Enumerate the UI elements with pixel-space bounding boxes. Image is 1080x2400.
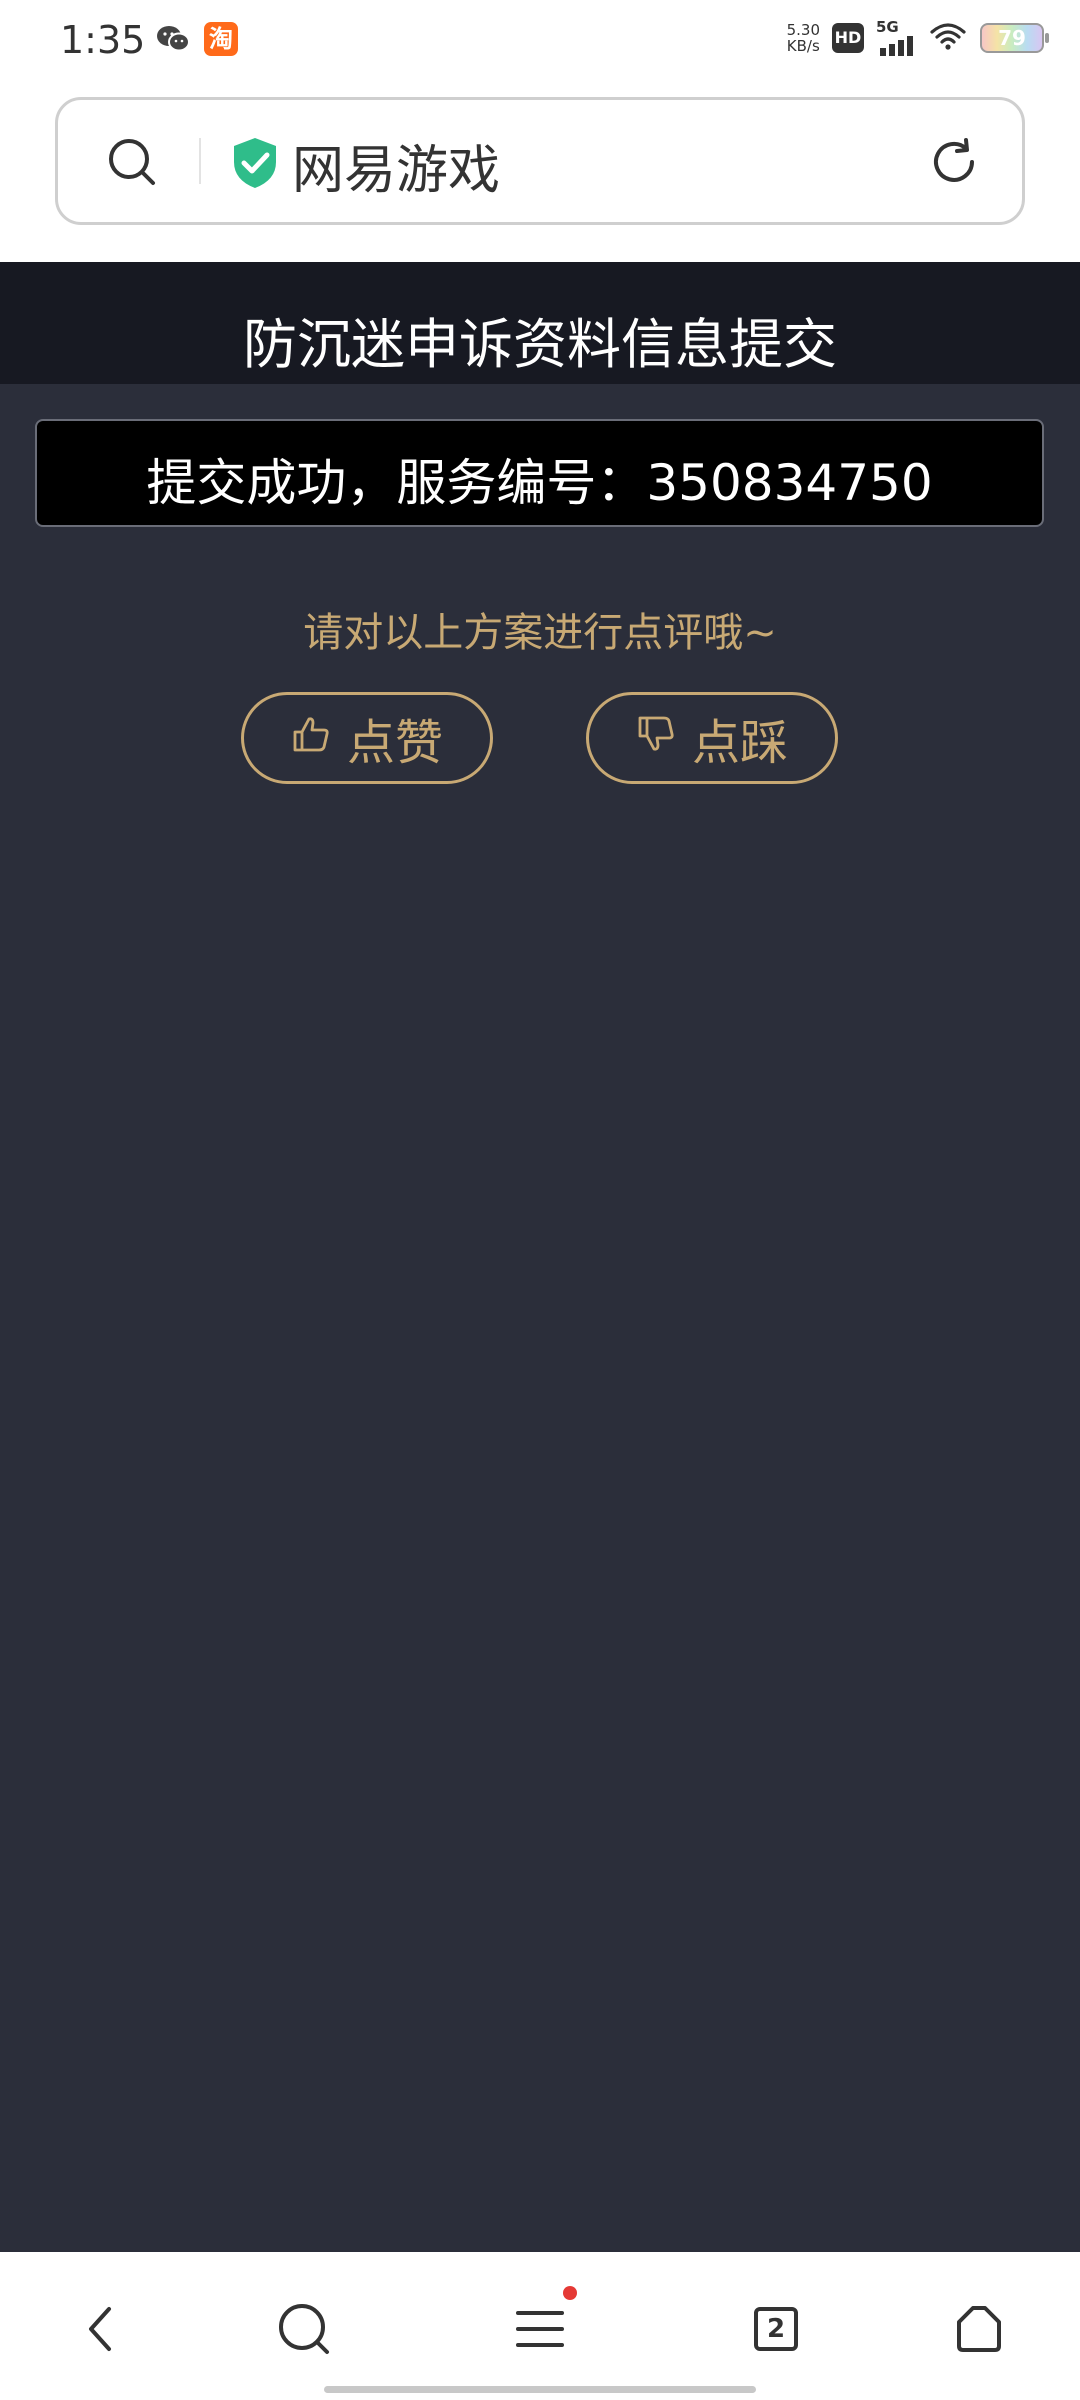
refresh-icon[interactable] (928, 136, 980, 192)
page-title: 防沉迷申诉资料信息提交 (243, 313, 837, 376)
wifi-icon (928, 21, 968, 55)
status-time: 1:35 (60, 18, 146, 62)
rating-prompt: 请对以上方案进行点评哦~ (303, 610, 777, 656)
thumbs-up-icon (291, 710, 331, 766)
submission-success-text: 提交成功，服务编号：350834750 (146, 454, 933, 512)
home-button[interactable] (944, 2294, 1014, 2364)
address-bar[interactable]: 网易游戏 (55, 97, 1025, 225)
tab-count: 2 (766, 2314, 786, 2344)
back-icon (89, 2307, 111, 2351)
like-button[interactable]: 点赞 (241, 692, 493, 784)
taobao-icon: 淘 (204, 22, 238, 56)
back-button[interactable] (66, 2294, 136, 2364)
submission-success-banner: 提交成功，服务编号：350834750 (35, 419, 1044, 527)
menu-button[interactable] (505, 2286, 577, 2364)
status-bar: 1:35 淘 5.30 KB/s HD 5G 79 (0, 0, 1080, 88)
bottom-navigation: 2 (0, 2252, 1080, 2400)
status-notification-icons: 淘 (156, 22, 238, 56)
network-type-label: 5G (876, 18, 899, 36)
network-speed: 5.30 KB/s (787, 22, 820, 54)
like-button-label: 点赞 (346, 715, 443, 771)
tabs-icon: 2 (754, 2307, 798, 2351)
dislike-button[interactable]: 点踩 (586, 692, 838, 784)
address-divider (199, 138, 201, 184)
battery-level: 79 (998, 26, 1026, 50)
dislike-button-label: 点踩 (691, 715, 788, 771)
shield-check-icon (230, 136, 280, 194)
search-icon (279, 2304, 329, 2354)
network-speed-unit: KB/s (786, 37, 820, 55)
thumbs-down-icon (636, 710, 676, 766)
hd-icon: HD (832, 23, 864, 53)
network-speed-value: 5.30 (786, 21, 820, 39)
menu-icon (516, 2311, 564, 2347)
tabs-button[interactable]: 2 (741, 2294, 811, 2364)
search-button[interactable] (269, 2294, 339, 2364)
home-icon (957, 2306, 1001, 2352)
battery-icon: 79 (980, 23, 1049, 53)
status-system-icons: 5.30 KB/s HD 5G 79 (787, 18, 1049, 56)
cellular-signal-icon: 5G (876, 18, 916, 56)
wechat-icon (156, 24, 190, 54)
address-site-name[interactable]: 网易游戏 (292, 128, 500, 203)
page-header: 防沉迷申诉资料信息提交 (0, 262, 1080, 384)
search-icon[interactable] (106, 136, 158, 192)
page-content: 防沉迷申诉资料信息提交 提交成功，服务编号：350834750 请对以上方案进行… (0, 262, 1080, 2252)
home-indicator[interactable] (324, 2386, 756, 2393)
notification-dot (563, 2286, 577, 2300)
